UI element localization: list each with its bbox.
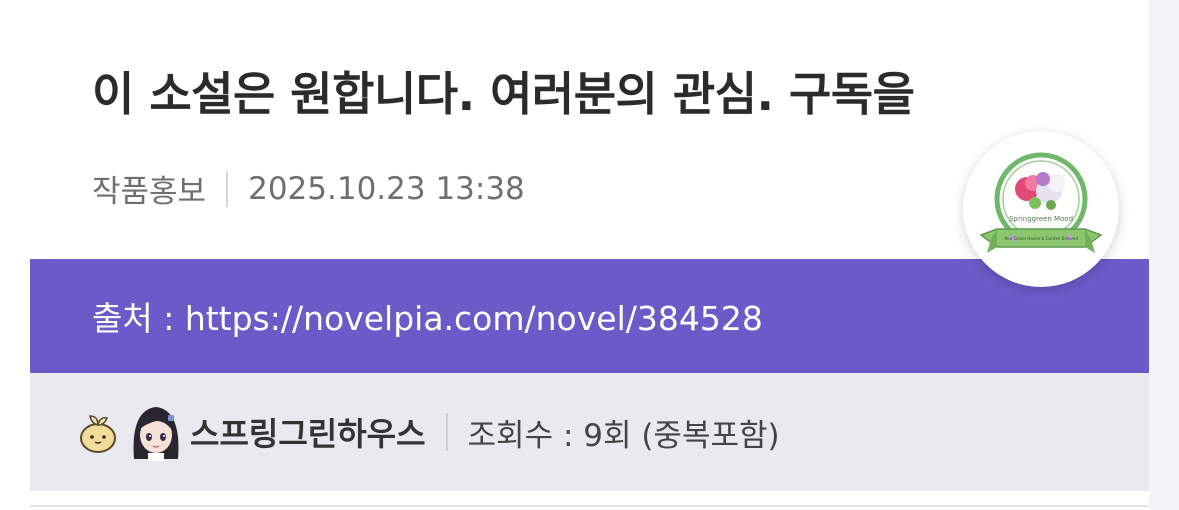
view-count: 조회수 : 9회 (중복포함) (467, 417, 780, 454)
author-profile-badge[interactable]: Springgreen Mood Your Green Haven & Gard… (963, 131, 1119, 287)
post-title: 이 소설은 원합니다. 여러분의 관심. 구독을 (92, 67, 915, 121)
author-name[interactable]: 스프링그린하우스 (190, 409, 426, 455)
post-header: 이 소설은 원합니다. 여러분의 관심. 구독을 작품홍보 2025.10.23… (0, 0, 1179, 510)
author-info-bar: 스프링그린하우스 조회수 : 9회 (중복포함) (30, 373, 1149, 491)
badge-top-text: Springgreen Mood (1009, 215, 1073, 223)
post-datetime: 2025.10.23 13:38 (248, 170, 525, 207)
badge-ribbon-text: Your Green Haven & Garden Beloved (1003, 236, 1078, 241)
author-avatar-icon[interactable] (128, 403, 184, 461)
source-banner: 출처 : https://novelpia.com/novel/384528 (30, 259, 1149, 373)
meta-divider (226, 170, 229, 207)
scroll-gutter (1149, 0, 1179, 510)
post-category[interactable]: 작품홍보 (92, 166, 206, 211)
section-divider (30, 505, 1149, 507)
springgreen-logo-icon: Springgreen Mood Your Green Haven & Gard… (979, 152, 1103, 253)
source-link[interactable]: 출처 : https://novelpia.com/novel/384528 (92, 292, 763, 340)
author-divider (445, 413, 448, 451)
post-meta: 작품홍보 2025.10.23 13:38 (92, 166, 525, 211)
sprout-icon (80, 415, 116, 453)
